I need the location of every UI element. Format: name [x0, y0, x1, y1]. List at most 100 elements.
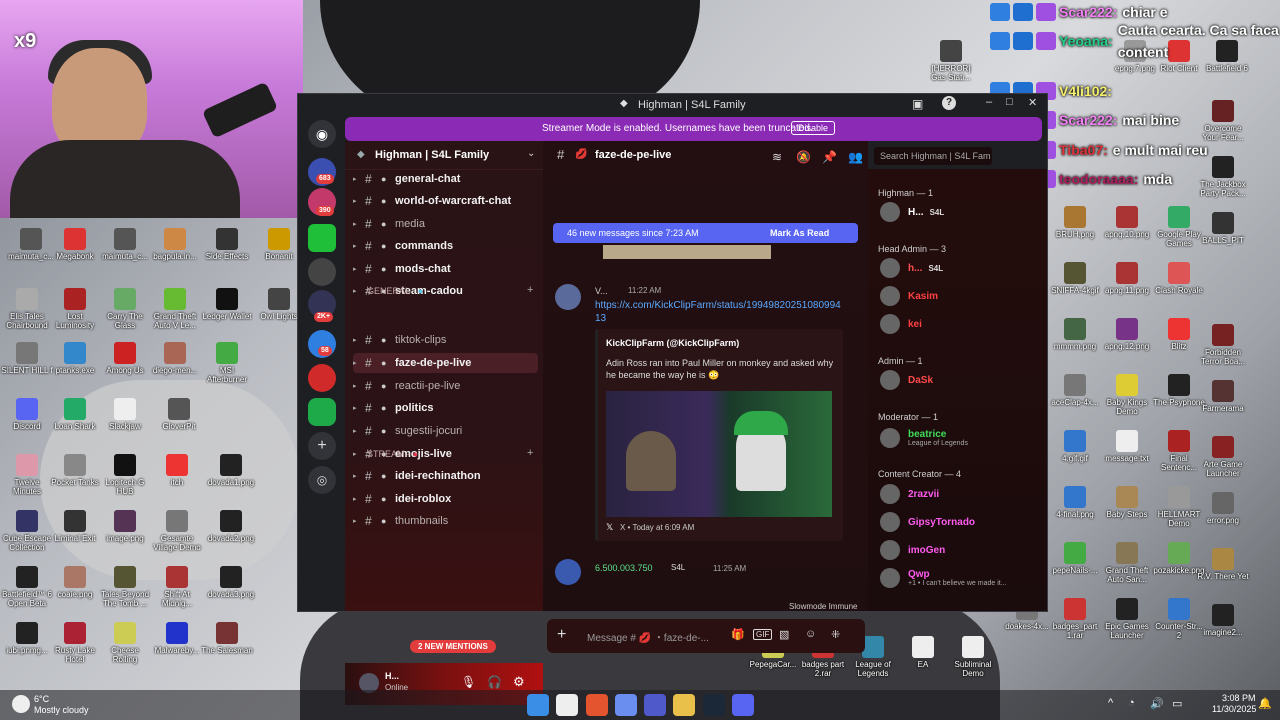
weather-icon[interactable]: [12, 695, 30, 713]
desktop-shortcut[interactable]: Lost Luminosity: [48, 288, 102, 330]
add-channel-icon[interactable]: +: [527, 284, 533, 296]
avatar[interactable]: [555, 284, 581, 310]
desktop-shortcut[interactable]: Grand Theft Auto V Le...: [148, 288, 202, 330]
channel-item[interactable]: ▸ # ● commands: [353, 236, 538, 256]
desktop-shortcut[interactable]: diego-men...: [148, 342, 202, 375]
add-channel-icon[interactable]: +: [527, 447, 533, 459]
desktop-shortcut[interactable]: Forbidden Terror Boa...: [1196, 324, 1250, 366]
direct-messages-button[interactable]: ◉: [308, 120, 336, 148]
desktop-shortcut[interactable]: Arte Game Launcher: [1196, 436, 1250, 478]
channel-item[interactable]: ▸ # ● politics: [353, 398, 538, 418]
desktop-shortcut[interactable]: error.png: [1196, 492, 1250, 525]
desktop-shortcut[interactable]: Baby Steps: [1100, 486, 1154, 519]
clock-date[interactable]: 11/30/2025: [1212, 704, 1256, 714]
member-item[interactable]: 2razvii: [880, 483, 939, 505]
desktop-shortcut[interactable]: dovada3.png: [204, 566, 258, 599]
desktop-shortcut[interactable]: GloverPit: [152, 398, 206, 431]
message-author[interactable]: V...: [595, 286, 608, 296]
desktop-shortcut[interactable]: R.V. There Yet: [1196, 548, 1250, 581]
server-header[interactable]: ◆ Highman | S4L Family ⌄: [345, 141, 543, 170]
desktop-shortcut[interactable]: iubi.pnmg...: [0, 622, 54, 655]
desktop-shortcut[interactable]: Shift At Midnig...: [150, 566, 204, 608]
desktop-shortcut[interactable]: Twelve Minutes: [0, 454, 54, 496]
message-link[interactable]: https://x.com/KickClipFarm/status/199498…: [595, 299, 845, 325]
discord-taskbar-icon[interactable]: [732, 694, 754, 716]
server-icon[interactable]: [308, 398, 336, 426]
desktop-shortcut[interactable]: Malwareby...: [150, 622, 204, 655]
desktop-shortcut[interactable]: SILENT HILL f: [0, 342, 54, 375]
teams-icon[interactable]: [644, 694, 666, 716]
member-item[interactable]: kei: [880, 313, 922, 335]
close-button[interactable]: ✕: [1028, 96, 1037, 109]
discover-icon[interactable]: ◎: [308, 466, 336, 494]
desktop-shortcut[interactable]: Grand Theft Auto San...: [1100, 542, 1154, 584]
pin-icon[interactable]: 📌: [822, 150, 837, 164]
member-item[interactable]: Qwp +1 • I can't believe we made it...: [880, 567, 1007, 589]
desktop-shortcut[interactable]: Subliminal Demo: [946, 636, 1000, 678]
member-list-icon[interactable]: 👥: [848, 150, 863, 164]
desktop-shortcut[interactable]: bagpula.in...: [148, 228, 202, 261]
sticker-icon[interactable]: ▧: [779, 628, 789, 641]
channel-item[interactable]: ▸ # ● media: [353, 214, 538, 234]
desktop-shortcut[interactable]: Elis Tales Chairbound: [0, 288, 54, 330]
desktop-shortcut[interactable]: [HERROR] Gas Stati...: [924, 40, 978, 82]
desktop-shortcut[interactable]: Tales Beyond The Tomb ...: [98, 566, 152, 608]
disable-button[interactable]: Disable: [791, 121, 836, 135]
channel-item[interactable]: ▸ # ● general-chat: [353, 169, 538, 189]
desktop-shortcut[interactable]: EA: [896, 636, 950, 669]
notification-bell-icon[interactable]: 🔔: [1258, 697, 1272, 710]
desktop-shortcut[interactable]: 4-final.png: [1048, 486, 1102, 519]
maximize-button[interactable]: □: [1006, 96, 1013, 108]
channel-item[interactable]: ▸ # ● faze-de-pe-live: [353, 353, 538, 373]
channel-item[interactable]: ▸ # ● idei-roblox: [353, 489, 538, 509]
desktop-shortcut[interactable]: apng.10.png: [1100, 206, 1154, 239]
microphone-icon[interactable]: 🎙: [461, 675, 476, 689]
desktop-shortcut[interactable]: 4.gif.gif: [1048, 430, 1102, 463]
server-icon[interactable]: [308, 258, 336, 286]
desktop-shortcut[interactable]: image.png: [98, 510, 152, 543]
gif-icon[interactable]: GIF: [753, 629, 773, 640]
gift-icon[interactable]: 🎁: [731, 628, 745, 641]
help-icon[interactable]: ?: [942, 96, 956, 110]
avatar[interactable]: [555, 559, 581, 585]
desktop-shortcut[interactable]: Epic Games Launcher: [1100, 598, 1154, 640]
desktop-shortcut[interactable]: mmmm.png: [1048, 318, 1102, 351]
desktop-shortcut[interactable]: apng.11.png: [1100, 262, 1154, 295]
channel-item[interactable]: ▸ # ● thumbnails: [353, 511, 538, 531]
battery-icon[interactable]: ▭: [1172, 697, 1182, 710]
minimize-button[interactable]: –: [986, 96, 992, 108]
desktop-shortcut[interactable]: Farmerama: [1196, 380, 1250, 413]
clock-time[interactable]: 3:08 PM: [1222, 693, 1256, 703]
desktop-shortcut[interactable]: BALLS_PIT: [1196, 212, 1250, 245]
desktop-shortcut[interactable]: message.txt: [1100, 430, 1154, 463]
desktop-shortcut[interactable]: SNIFFA-4kgif: [1048, 262, 1102, 295]
desktop-shortcut[interactable]: Carry The Glass: [98, 288, 152, 330]
network-icon[interactable]: ◔: [1128, 697, 1135, 709]
copilot-icon[interactable]: [615, 694, 637, 716]
desktop-shortcut[interactable]: pepeNails-...: [1048, 542, 1102, 575]
embed-author[interactable]: KickClipFarm (@KickClipFarm): [606, 338, 739, 348]
desktop-shortcut[interactable]: Cheese Rolling: [98, 622, 152, 664]
desktop-shortcut[interactable]: Baby Kings Demo: [1100, 374, 1154, 416]
add-server-icon[interactable]: +: [308, 432, 336, 460]
desktop-shortcut[interactable]: Liminal Exit: [48, 510, 102, 543]
message-author[interactable]: 6.500.003.750: [595, 563, 653, 573]
category-stream[interactable]: STREAM - ●: [367, 449, 418, 459]
desktop-shortcut[interactable]: Pocket Tanks: [48, 454, 102, 487]
channel-item[interactable]: ▸ # ● mods-chat: [353, 259, 538, 279]
desktop-shortcut[interactable]: coaie.png: [48, 566, 102, 599]
threads-icon[interactable]: ≋: [770, 150, 784, 164]
embed-image[interactable]: [606, 391, 832, 517]
desktop-shortcut[interactable]: Slackjaw: [98, 398, 152, 431]
message-input[interactable]: Message # 💋 ・faze-de-...: [587, 629, 709, 644]
desktop-shortcut[interactable]: aceClap-4x...: [1048, 374, 1102, 407]
member-item[interactable]: Kasim: [880, 285, 938, 307]
desktop-shortcut[interactable]: Loan Shark: [48, 398, 102, 431]
desktop-shortcut[interactable]: Battlefield™ 6 Open Beta: [0, 566, 54, 608]
brave-browser-icon[interactable]: [586, 694, 608, 716]
start-button-icon[interactable]: [527, 694, 549, 716]
server-icon[interactable]: [308, 364, 336, 392]
desktop-shortcut[interactable]: dovada1.png: [204, 454, 258, 487]
desktop-shortcut[interactable]: ptanks.exe: [48, 342, 102, 375]
channel-item[interactable]: ▸ # ● world-of-warcraft-chat: [353, 191, 538, 211]
